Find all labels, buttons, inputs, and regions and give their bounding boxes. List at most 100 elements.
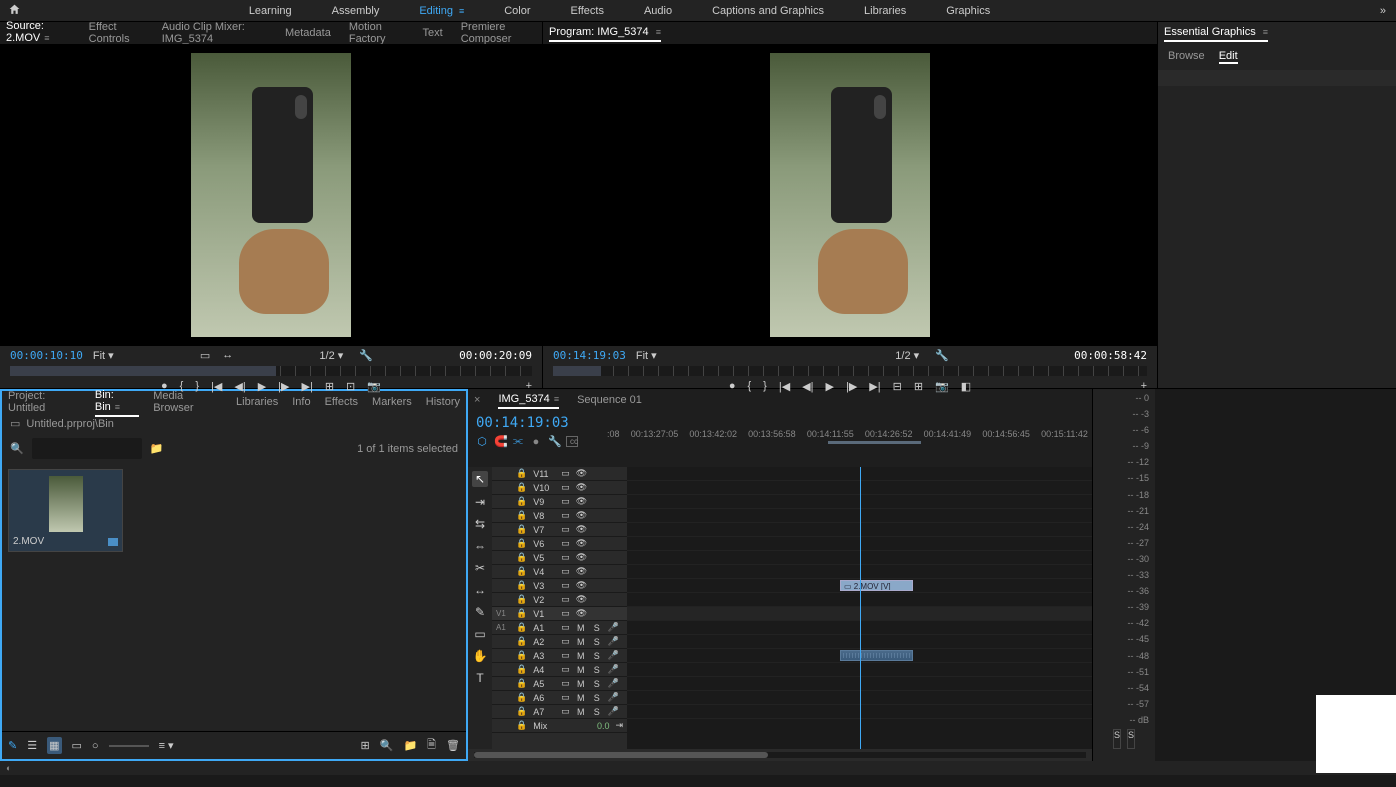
video-track-head[interactable]: 🔒V11▭👁 — [492, 467, 627, 481]
source-tab[interactable]: Metadata — [285, 25, 331, 41]
voice-over-icon[interactable]: 🎤 — [608, 622, 618, 633]
close-seq-icon[interactable]: × — [474, 394, 480, 406]
mute-button[interactable]: M — [576, 623, 586, 633]
project-tab[interactable]: History — [426, 394, 460, 410]
source-zoom-select[interactable]: 1/2 ▾ — [319, 349, 343, 362]
delete-button[interactable]: 🗑 — [446, 739, 460, 752]
program-monitor[interactable] — [770, 53, 930, 337]
selection-tool[interactable]: ↖ — [472, 471, 488, 487]
workspace-tab-color[interactable]: Color — [484, 1, 550, 21]
export-frame-button[interactable]: 📷 — [367, 380, 381, 393]
solo-left-button[interactable]: S — [1113, 729, 1121, 749]
sync-lock-icon[interactable]: ▭ — [561, 552, 570, 563]
voice-over-icon[interactable]: 🎤 — [608, 706, 618, 717]
lock-icon[interactable]: 🔒 — [516, 678, 527, 689]
video-clip[interactable]: ▭ 2.MOV [V] — [840, 580, 913, 591]
lock-icon[interactable]: 🔒 — [516, 636, 527, 647]
clip-item[interactable]: 2.MOV — [8, 469, 123, 552]
compare-button[interactable]: ◧ — [961, 380, 971, 393]
solo-button[interactable]: S — [592, 665, 602, 675]
sync-lock-icon[interactable]: ▭ — [561, 496, 570, 507]
sync-lock-icon[interactable]: ▭ — [561, 678, 570, 689]
sync-lock-icon[interactable]: ▭ — [561, 636, 570, 647]
eye-icon[interactable]: 👁 — [576, 608, 587, 619]
lock-icon[interactable]: 🔒 — [516, 692, 527, 703]
zoom-slider[interactable] — [109, 745, 149, 747]
mark-in-button[interactable]: { — [747, 380, 751, 392]
audio-track-head[interactable]: 🔒A6▭MS🎤 — [492, 691, 627, 705]
lock-icon[interactable]: 🔒 — [516, 706, 527, 717]
play-button[interactable]: ▶ — [258, 380, 266, 393]
workspace-tab-editing[interactable]: Editing≡ — [399, 1, 484, 21]
lock-icon[interactable]: 🔒 — [516, 650, 527, 661]
video-track-head[interactable]: 🔒V4▭👁 — [492, 565, 627, 579]
lock-icon[interactable]: 🔒 — [516, 510, 527, 521]
mute-button[interactable]: M — [576, 679, 586, 689]
eye-icon[interactable]: 👁 — [576, 594, 587, 605]
lock-icon[interactable]: 🔒 — [516, 566, 527, 577]
project-tab[interactable]: Libraries — [236, 394, 278, 410]
eye-icon[interactable]: 👁 — [576, 496, 587, 507]
solo-button[interactable]: S — [592, 693, 602, 703]
eye-icon[interactable]: 👁 — [576, 482, 587, 493]
add-marker-button[interactable]: ● — [729, 380, 736, 392]
mute-button[interactable]: M — [576, 637, 586, 647]
workspace-tab-learning[interactable]: Learning — [229, 1, 312, 21]
slip-tool[interactable]: ↔ — [474, 583, 486, 597]
video-track-head[interactable]: 🔒V8▭👁 — [492, 509, 627, 523]
new-bin-icon[interactable]: 📁 — [150, 442, 164, 455]
solo-button[interactable]: S — [592, 637, 602, 647]
step-fwd-button[interactable]: |▶ — [278, 380, 289, 393]
eg-tab-edit[interactable]: Edit — [1219, 50, 1238, 64]
sync-lock-icon[interactable]: ▭ — [561, 650, 570, 661]
bin-icon[interactable]: ▭ — [10, 417, 20, 430]
sync-lock-icon[interactable]: ▭ — [561, 594, 570, 605]
sync-lock-icon[interactable]: ▭ — [561, 692, 570, 703]
automate-seq-icon[interactable]: ⊞ — [361, 739, 370, 752]
video-track-head[interactable]: 🔒V5▭👁 — [492, 551, 627, 565]
source-tab[interactable]: Motion Factory — [349, 19, 405, 47]
source-tab[interactable]: Premiere Composer — [461, 19, 536, 47]
eye-icon[interactable]: 👁 — [576, 524, 587, 535]
hand-tool[interactable]: ✋ — [473, 649, 488, 663]
project-tab[interactable]: Markers — [372, 394, 412, 410]
write-only-icon[interactable]: ✎ — [8, 739, 17, 752]
program-timecode[interactable]: 00:14:19:03 — [553, 349, 626, 362]
audio-clip[interactable] — [840, 650, 913, 661]
sync-lock-icon[interactable]: ▭ — [561, 580, 570, 591]
audio-track-head[interactable]: 🔒A7▭MS🎤 — [492, 705, 627, 719]
lock-icon[interactable]: 🔒 — [516, 552, 527, 563]
type-tool[interactable]: T — [476, 671, 483, 685]
audio-track-head[interactable]: 🔒A4▭MS🎤 — [492, 663, 627, 677]
eye-icon[interactable]: 👁 — [576, 468, 587, 479]
source-tab[interactable]: Audio Clip Mixer: IMG_5374 — [162, 19, 267, 47]
lift-button[interactable]: ⊟ — [893, 380, 902, 393]
vr-icon[interactable]: ↔ — [222, 349, 233, 361]
sync-lock-icon[interactable]: ▭ — [561, 468, 570, 479]
caption-track-icon[interactable]: cc — [566, 436, 578, 447]
audio-track-head[interactable]: 🔒A2▭MS🎤 — [492, 635, 627, 649]
timeline-h-scroll[interactable] — [474, 752, 1086, 758]
video-track-head[interactable]: 🔒V9▭👁 — [492, 495, 627, 509]
workspace-tab-effects[interactable]: Effects — [551, 1, 624, 21]
button-editor[interactable]: + — [526, 380, 532, 392]
ripple-tool[interactable]: ⇆ — [475, 517, 485, 531]
nest-icon[interactable]: ⬡ — [476, 435, 488, 448]
audio-track-head[interactable]: 🔒A5▭MS🎤 — [492, 677, 627, 691]
sync-lock-icon[interactable]: ▭ — [561, 706, 570, 717]
eg-tab-browse[interactable]: Browse — [1168, 50, 1205, 64]
step-fwd-button[interactable]: |▶ — [846, 380, 857, 393]
lock-icon[interactable]: 🔒 — [516, 664, 527, 675]
track-fwd-tool[interactable]: ⇥ — [475, 495, 485, 509]
icon-view-icon[interactable]: ▦ — [47, 737, 61, 754]
lock-icon[interactable]: 🔒 — [516, 622, 527, 633]
program-fit-select[interactable]: Fit ▾ — [636, 349, 657, 362]
eye-icon[interactable]: 👁 — [576, 510, 587, 521]
linked-sel-icon[interactable]: ⫘ — [512, 435, 524, 448]
step-back-button[interactable]: ◀| — [234, 380, 245, 393]
video-track-head[interactable]: 🔒V6▭👁 — [492, 537, 627, 551]
voice-over-icon[interactable]: 🎤 — [608, 650, 618, 661]
breadcrumb[interactable]: Untitled.prproj\Bin — [26, 418, 113, 430]
sync-lock-icon[interactable]: ▭ — [561, 538, 570, 549]
go-out-button[interactable]: ▶| — [302, 380, 313, 393]
